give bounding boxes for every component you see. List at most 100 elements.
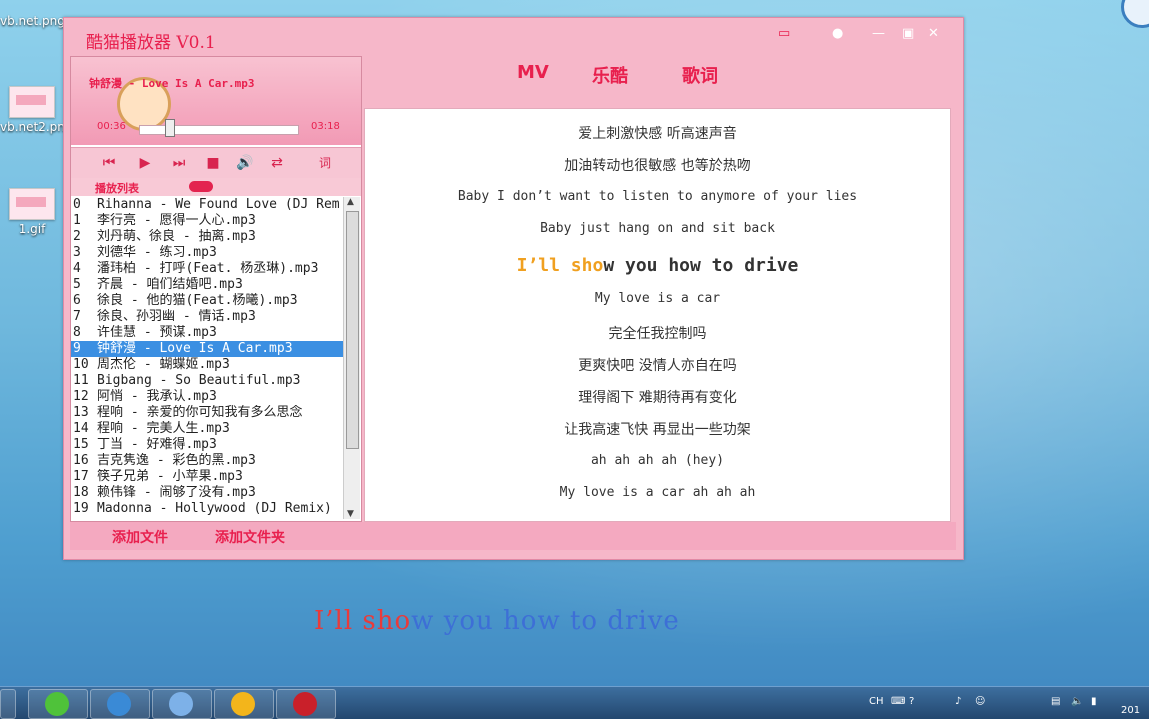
scroll-thumb[interactable] (346, 211, 359, 449)
playlist-row-number: 13 (73, 405, 89, 420)
playlist-scrollbar[interactable]: ▲ ▼ (343, 197, 360, 519)
network-icon[interactable]: ▤ (1051, 696, 1060, 707)
lyrics-button[interactable]: 词 (315, 154, 335, 172)
taskbar-item-app[interactable] (152, 689, 212, 719)
qq-icon[interactable]: ☺ (975, 696, 985, 707)
skin-icon[interactable]: ● (832, 26, 843, 41)
playlist-row-number: 7 (73, 309, 81, 324)
playlist-row[interactable]: 15 丁当 - 好难得.mp3 (71, 437, 343, 453)
desktop-lyric-icon[interactable]: ▭ (778, 26, 790, 41)
start-button[interactable] (0, 689, 16, 719)
playlist-row-number: 8 (73, 325, 81, 340)
left-panel: 钟舒漫 - Love Is A Car.mp3 00:36 03:18 ⏮ ▶ … (70, 56, 362, 522)
lyric-line: ah ah ah ah (hey) (590, 453, 725, 468)
player-icon (293, 692, 317, 716)
playlist-row-title: 阿悄 - 我承认.mp3 (97, 389, 217, 404)
scroll-up-icon[interactable]: ▲ (347, 197, 354, 207)
lyric-line: 完全任我控制吗 (608, 326, 707, 342)
playlist-row-number: 12 (73, 389, 89, 404)
playlist-row-title: 李行亮 - 愿得一人心.mp3 (97, 213, 256, 228)
tab-lyrics[interactable]: 歌词 (682, 62, 718, 88)
seek-bar[interactable] (139, 125, 299, 135)
playlist-row[interactable]: 12 阿悄 - 我承认.mp3 (71, 389, 343, 405)
desktop-lyric-done: I’ll sho (314, 606, 412, 636)
playlist-row[interactable]: 14 程响 - 完美人生.mp3 (71, 421, 343, 437)
desktop-icon-vbnet[interactable]: vb.net.png (0, 0, 65, 28)
keyboard-icon[interactable]: ⌨ (891, 696, 905, 707)
playlist-row-title: 许佳慧 - 预谋.mp3 (97, 325, 217, 340)
playlist-row[interactable]: 5 齐晨 - 咱们结婚吧.mp3 (71, 277, 343, 293)
playlist-row-title: 齐晨 - 咱们结婚吧.mp3 (97, 277, 243, 292)
desktop-icon-label: vb.net.png (0, 14, 65, 28)
playlist-row[interactable]: 16 吉克隽逸 - 彩色的黑.mp3 (71, 453, 343, 469)
playlist-row[interactable]: 2 刘丹萌、徐良 - 抽离.mp3 (71, 229, 343, 245)
image-file-icon (9, 188, 55, 220)
minimize-icon[interactable]: — (872, 26, 885, 41)
add-bar: 添加文件 添加文件夹 (70, 522, 956, 550)
seek-thumb[interactable] (165, 119, 175, 137)
add-file-button[interactable]: 添加文件 (112, 527, 168, 547)
tab-leku[interactable]: 乐酷 (592, 62, 628, 88)
signal-icon[interactable]: ▮ (1091, 696, 1097, 707)
playlist-row-number: 16 (73, 453, 89, 468)
playlist-row-title: Bigbang - So Beautiful.mp3 (97, 373, 301, 388)
lyric-line: Baby just hang on and sit back (540, 221, 775, 236)
playlist-row[interactable]: 9 钟舒漫 - Love Is A Car.mp3 (71, 341, 343, 357)
loop-icon[interactable]: ⇄ (267, 154, 287, 172)
browser-icon (45, 692, 69, 716)
window-title: 酷猫播放器 V0.1 (86, 33, 216, 53)
playlist-row[interactable]: 0 Rihanna - We Found Love (DJ Rem (71, 197, 343, 213)
taskbar-item-player[interactable] (276, 689, 336, 719)
tab-mv[interactable]: MV (517, 62, 549, 83)
playlist-row[interactable]: 18 赖伟锋 - 闹够了没有.mp3 (71, 485, 343, 501)
playlist[interactable]: 0 Rihanna - We Found Love (DJ Rem 1 李行亮 - 愿… (71, 197, 343, 519)
playlist-row[interactable]: 1 李行亮 - 愿得一人心.mp3 (71, 213, 343, 229)
clock[interactable]: 201 (1121, 705, 1140, 716)
playlist-row[interactable]: 10 周杰伦 - 蝴蝶姬.mp3 (71, 357, 343, 373)
help-icon[interactable]: ? (909, 696, 914, 707)
playlist-row[interactable]: 8 许佳慧 - 预谋.mp3 (71, 325, 343, 341)
playlist-row[interactable]: 6 徐良 - 他的猫(Feat.杨曦).mp3 (71, 293, 343, 309)
scroll-down-icon[interactable]: ▼ (347, 509, 354, 519)
playlist-row-number: 10 (73, 357, 89, 372)
playlist-row[interactable]: 13 程响 - 亲爱的你可知我有多么思念 (71, 405, 343, 421)
playlist-row-number: 5 (73, 277, 81, 292)
tray-app-icon[interactable]: ♪ (955, 696, 961, 707)
maximize-icon[interactable]: ▣ (902, 26, 914, 41)
app-icon (169, 692, 193, 716)
desktop-icon-vbnet2[interactable]: vb.net2.png (0, 86, 73, 134)
add-folder-button[interactable]: 添加文件夹 (215, 527, 285, 547)
playlist-row-number: 0 (73, 197, 81, 212)
playlist-row[interactable]: 4 潘玮柏 - 打呼(Feat. 杨丞琳).mp3 (71, 261, 343, 277)
playlist-row[interactable]: 7 徐良、孙羽幽 - 情话.mp3 (71, 309, 343, 325)
playlist-row[interactable]: 17 筷子兄弟 - 小苹果.mp3 (71, 469, 343, 485)
playlist-row[interactable]: 19 Madonna - Hollywood (DJ Remix) (71, 501, 343, 517)
close-icon[interactable]: ✕ (928, 26, 939, 41)
language-indicator[interactable]: CH (869, 696, 884, 707)
playlist-row-number: 2 (73, 229, 81, 244)
volume-icon[interactable]: 🔊 (235, 154, 255, 172)
playlist-row-title: 丁当 - 好难得.mp3 (97, 437, 217, 452)
taskbar-item-music[interactable] (214, 689, 274, 719)
desktop-lyric-rest: w you how to drive (411, 606, 680, 636)
play-icon[interactable]: ▶ (135, 154, 155, 172)
playlist-header: 播放列表 (71, 178, 361, 196)
stop-icon[interactable]: ■ (203, 154, 223, 172)
player-window: 酷猫播放器 V0.1 ▭ ● — ▣ ✕ 钟舒漫 - Love Is A Car… (63, 17, 964, 560)
previous-icon[interactable]: ⏮ (99, 154, 119, 172)
playlist-row-number: 17 (73, 469, 89, 484)
playlist-row-number: 15 (73, 437, 89, 452)
desktop-icon-gif[interactable]: 1.gif (0, 188, 64, 236)
playlist-row-number: 1 (73, 213, 81, 228)
playlist-row[interactable]: 3 刘德华 - 练习.mp3 (71, 245, 343, 261)
playlist-row-title: Madonna - Hollywood (DJ Remix) (97, 501, 332, 516)
playlist-row-title: 徐良、孙羽幽 - 情话.mp3 (97, 309, 256, 324)
next-icon[interactable]: ⏭ (169, 154, 189, 172)
taskbar-item-360[interactable] (28, 689, 88, 719)
playlist-row[interactable]: 11 Bigbang - So Beautiful.mp3 (71, 373, 343, 389)
playlist-row-number: 14 (73, 421, 89, 436)
desktop-lyric[interactable]: I’ll show you how to drive (314, 606, 680, 636)
taskbar: CH ⌨ ? ♪ ☺ ▤ 🔈 ▮ 201 (0, 686, 1149, 719)
taskbar-item-ie[interactable] (90, 689, 150, 719)
volume-tray-icon[interactable]: 🔈 (1071, 696, 1083, 707)
